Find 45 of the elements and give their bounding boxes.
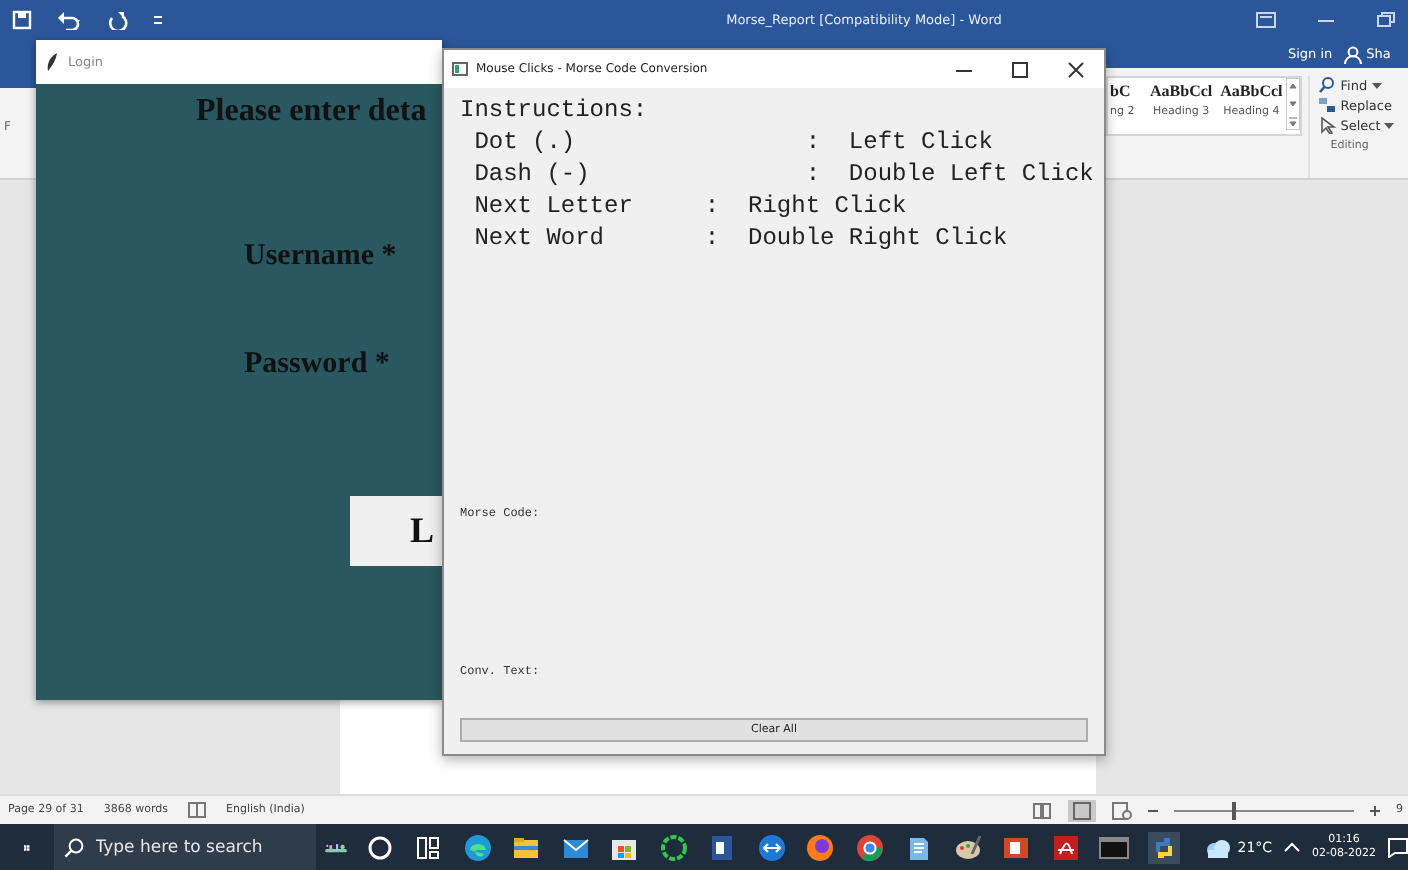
proofing-icon[interactable] (188, 802, 206, 818)
field-label: Username * (244, 240, 399, 274)
close-icon[interactable] (1068, 61, 1084, 77)
feather-icon (46, 52, 58, 72)
read-mode-icon[interactable] (1032, 801, 1052, 819)
chevron-up-icon[interactable] (1284, 842, 1301, 852)
instruction-line: Dot (.) : Left Click (472, 126, 995, 158)
pdf-icon[interactable] (1049, 831, 1082, 863)
plus-icon[interactable] (1370, 805, 1380, 815)
replace-icon (1318, 96, 1337, 114)
pointer-icon (1318, 116, 1337, 134)
gallery-scroll-icon[interactable] (1286, 78, 1301, 130)
instruction-line: Dash (-) : Double Left Click (472, 158, 1088, 190)
notification-icon[interactable] (1388, 837, 1408, 857)
form-heading: Please enter deta (196, 94, 429, 130)
search-icon (63, 837, 84, 857)
cloud-icon (1203, 837, 1232, 857)
print-layout-icon[interactable] (1068, 799, 1096, 821)
instruction-line: Next Letter : Right Click (472, 190, 909, 222)
app-icon (452, 62, 468, 76)
restore-icon[interactable] (1376, 12, 1396, 28)
task-view-icon[interactable] (412, 831, 445, 863)
zoom-slider-thumb[interactable] (1231, 801, 1236, 819)
remote-icon[interactable] (755, 831, 788, 863)
ribbon-display-icon[interactable] (1256, 12, 1276, 28)
globe-icon[interactable] (853, 831, 886, 863)
circle-icon[interactable] (363, 831, 396, 863)
search-icon (1318, 76, 1337, 94)
undo-icon[interactable] (56, 10, 84, 30)
instructions-heading: Instructions: (460, 94, 650, 126)
web-layout-icon[interactable] (1112, 801, 1132, 819)
fox-icon[interactable] (804, 831, 837, 863)
ring-icon[interactable] (657, 831, 690, 863)
person-icon (1344, 45, 1363, 63)
maximize-icon[interactable] (1012, 61, 1028, 77)
save-icon[interactable] (12, 10, 32, 30)
login-button[interactable]: L (350, 496, 442, 566)
browser-icon[interactable] (461, 831, 494, 863)
terminal-icon[interactable] (1098, 831, 1131, 863)
field-label: Password * (244, 348, 392, 382)
search-bar[interactable]: Type here to search (53, 824, 316, 870)
search-input[interactable]: Type here to search (95, 837, 316, 857)
paint-icon[interactable] (951, 831, 984, 863)
python-icon[interactable] (1147, 831, 1180, 863)
instruction-line: Next Word : Double Right Click (472, 222, 1010, 254)
